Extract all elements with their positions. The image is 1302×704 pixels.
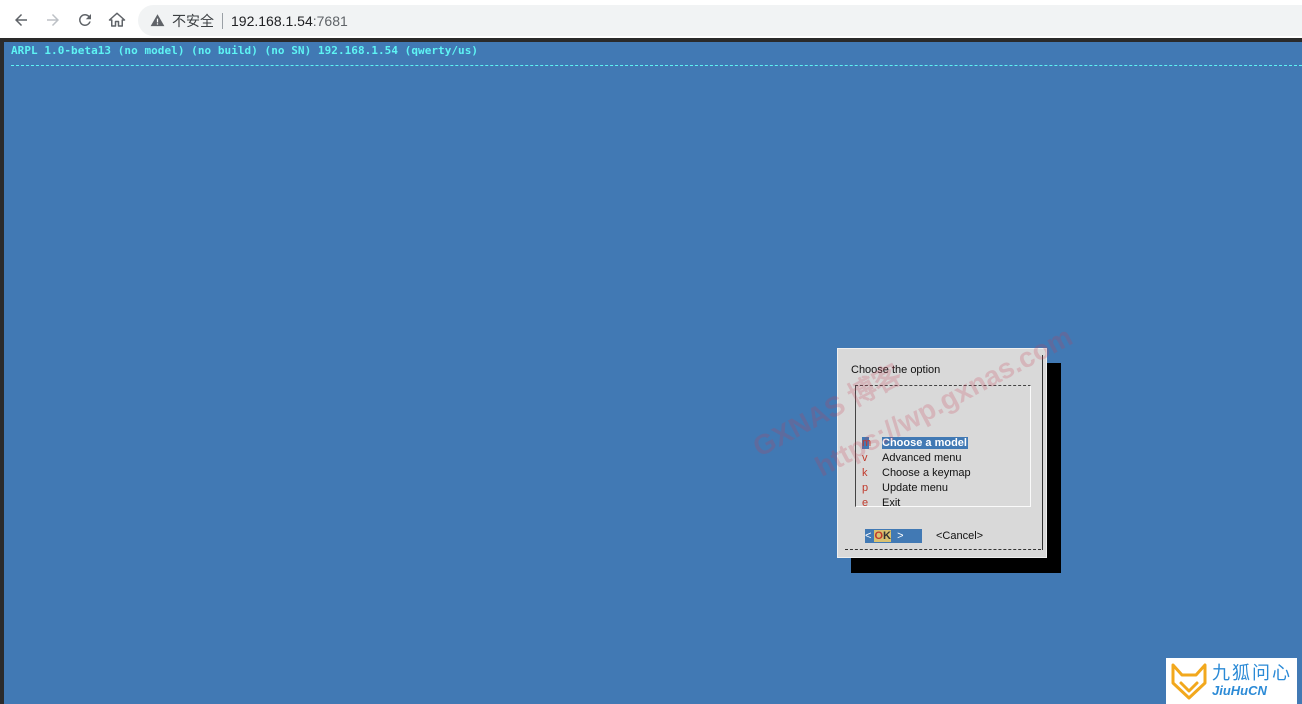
reload-icon <box>79 13 91 26</box>
omnibox-divider <box>222 12 223 29</box>
menu-item-update-menu[interactable]: p Update menu <box>862 481 948 495</box>
ok-label-rest: K <box>883 530 891 542</box>
url-host: 192.168.1.54 <box>231 12 313 29</box>
fox-logo-icon <box>1171 663 1207 700</box>
ok-bracket-close: > <box>891 530 904 542</box>
menu-dialog: Choose the option m Choose a model v Adv… <box>837 348 1047 558</box>
menu-item-key: p <box>862 482 869 494</box>
url-port: :7681 <box>312 12 348 29</box>
dialog-edge <box>845 549 1041 550</box>
menu-item-choose-model[interactable]: m Choose a model <box>862 436 968 450</box>
menu-item-choose-keymap[interactable]: k Choose a keymap <box>862 466 971 480</box>
arrow-right-icon <box>47 14 59 26</box>
menu-item-label: Choose a model <box>882 437 968 449</box>
home-icon <box>108 12 126 27</box>
terminal-screen[interactable]: ARPL 1.0-beta13 (no model) (no build) (n… <box>0 42 1302 704</box>
menu-item-label: Advanced menu <box>882 452 962 464</box>
menu-item-advanced-menu[interactable]: v Advanced menu <box>862 451 962 465</box>
site-logo: 九狐问心 JiuHuCN <box>1166 658 1297 704</box>
security-label[interactable]: 不安全 <box>172 11 214 31</box>
ok-bracket-open: < <box>865 530 875 542</box>
back-button[interactable] <box>9 8 33 32</box>
menu-item-label: Exit <box>882 497 901 509</box>
menu-item-exit[interactable]: e Exit <box>862 496 900 510</box>
menu-item-key: m <box>862 437 872 449</box>
reload-button[interactable] <box>73 8 97 32</box>
home-button[interactable] <box>105 8 129 32</box>
menu-item-key: k <box>862 467 868 479</box>
cancel-button[interactable]: <Cancel> <box>936 529 983 543</box>
forward-button[interactable] <box>41 8 65 32</box>
logo-text: 九狐问心 JiuHuCN <box>1212 664 1292 698</box>
logo-en-text: JiuHuCN <box>1212 683 1267 698</box>
arrow-left-icon <box>15 14 27 26</box>
ok-hotkey: O <box>874 530 884 542</box>
menu-item-key: v <box>862 452 868 464</box>
logo-cn-text: 九狐问心 <box>1212 663 1292 684</box>
warning-icon <box>150 14 165 27</box>
dialog-edge <box>1042 355 1043 550</box>
menu-item-label: Update menu <box>882 482 949 494</box>
menu-item-key: e <box>862 497 869 509</box>
backtitle: ARPL 1.0-beta13 (no model) (no build) (n… <box>11 44 479 57</box>
browser-toolbar: 不安全 192.168.1.54 :7681 <box>0 0 1302 40</box>
dialog-title: Choose the option <box>851 364 941 376</box>
address-bar[interactable]: 不安全 192.168.1.54 :7681 <box>138 5 1302 36</box>
menu-item-label: Choose a keymap <box>882 467 971 479</box>
ok-button[interactable]: < O K > <box>865 529 922 543</box>
backtitle-rule <box>11 65 1302 66</box>
